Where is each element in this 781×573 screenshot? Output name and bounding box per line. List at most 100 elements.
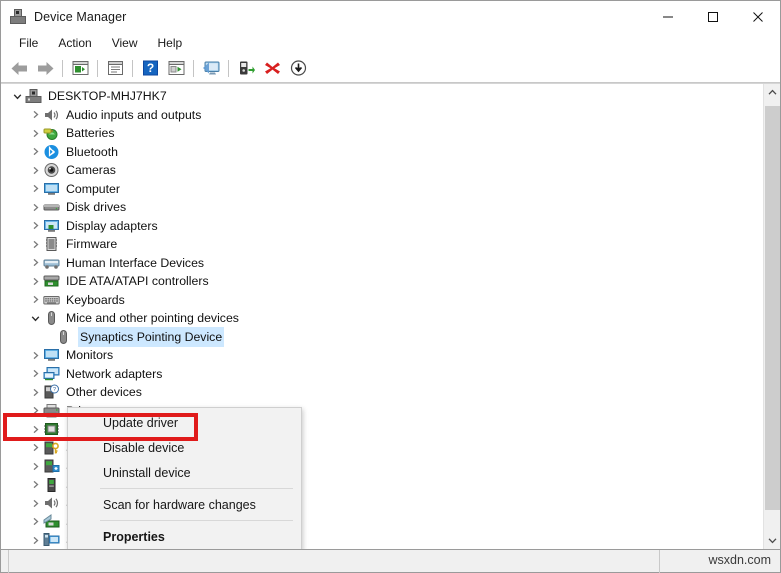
- tree-row-keyboards[interactable]: Keyboards: [1, 291, 763, 310]
- toolbar-separator: [132, 59, 133, 77]
- battery-icon: [43, 125, 60, 141]
- chevron-right-icon[interactable]: [27, 221, 43, 230]
- toolbar-separator: [62, 59, 63, 77]
- tree-row-audio-inputs-and-outputs[interactable]: Audio inputs and outputs: [1, 106, 763, 125]
- chevron-right-icon[interactable]: [27, 462, 43, 471]
- printer-icon: [43, 403, 60, 419]
- chevron-right-icon[interactable]: [27, 443, 43, 452]
- chevron-right-icon[interactable]: [27, 240, 43, 249]
- chevron-right-icon[interactable]: [27, 258, 43, 267]
- context-menu: Update driver Disable device Uninstall d…: [67, 407, 302, 549]
- tree-row-monitors[interactable]: Monitors: [1, 346, 763, 365]
- toolbar-separator: [97, 59, 98, 77]
- tree-row-ide-ata-atapi-controllers[interactable]: IDE ATA/ATAPI controllers: [1, 272, 763, 291]
- update-driver-button[interactable]: [234, 57, 258, 80]
- tree-row-bluetooth[interactable]: Bluetooth: [1, 143, 763, 162]
- scroll-down-arrow-icon[interactable]: [764, 532, 780, 549]
- network-adapter-icon: [43, 366, 60, 382]
- tree-row-cameras[interactable]: Cameras: [1, 161, 763, 180]
- tree-label: Display adapters: [66, 218, 158, 233]
- status-bar: wsxdn.com: [1, 549, 780, 573]
- menu-file[interactable]: File: [10, 34, 47, 52]
- help-button[interactable]: ?: [138, 57, 162, 80]
- chevron-right-icon[interactable]: [27, 203, 43, 212]
- tree-row-root[interactable]: DESKTOP-MHJ7HK7: [1, 87, 763, 106]
- tree-row-human-interface-devices[interactable]: Human Interface Devices: [1, 254, 763, 273]
- back-button[interactable]: [7, 57, 31, 80]
- chevron-down-icon[interactable]: [9, 92, 25, 101]
- chevron-right-icon[interactable]: [27, 517, 43, 526]
- svg-text:?: ?: [53, 387, 56, 393]
- tree-label: Keyboards: [66, 292, 125, 307]
- context-menu-item-uninstall-device[interactable]: Uninstall device: [68, 460, 301, 485]
- chevron-right-icon[interactable]: [27, 147, 43, 156]
- tree-row-synaptics-pointing-device[interactable]: Synaptics Pointing Device: [1, 326, 763, 347]
- context-menu-separator: [100, 520, 293, 521]
- tree-label: Bluetooth: [66, 144, 118, 159]
- tree-row-network-adapters[interactable]: Network adapters: [1, 365, 763, 384]
- forward-button[interactable]: [33, 57, 57, 80]
- menu-view[interactable]: View: [103, 34, 147, 52]
- scrollbar-thumb[interactable]: [765, 106, 780, 510]
- context-menu-item-disable-device[interactable]: Disable device: [68, 435, 301, 460]
- uninstall-device-button[interactable]: [260, 57, 284, 80]
- context-menu-item-scan-for-hardware-changes[interactable]: Scan for hardware changes: [68, 492, 301, 517]
- chevron-right-icon[interactable]: [27, 480, 43, 489]
- tree-label: Batteries: [66, 126, 115, 141]
- menu-help[interactable]: Help: [149, 34, 192, 52]
- maximize-button[interactable]: [690, 1, 735, 32]
- disable-device-button[interactable]: [286, 57, 310, 80]
- chevron-right-icon[interactable]: [27, 184, 43, 193]
- show-hide-action-pane-button[interactable]: [164, 57, 188, 80]
- tree-label: Cameras: [66, 163, 116, 178]
- scroll-up-arrow-icon[interactable]: [764, 84, 780, 101]
- chevron-right-icon[interactable]: [27, 110, 43, 119]
- chevron-right-icon[interactable]: [27, 351, 43, 360]
- context-menu-separator: [100, 488, 293, 489]
- processor-icon: [43, 421, 60, 437]
- firmware-icon: [43, 236, 60, 252]
- chevron-right-icon[interactable]: [27, 536, 43, 545]
- menu-bar: File Action View Help: [1, 32, 780, 54]
- chevron-right-icon[interactable]: [27, 388, 43, 397]
- tree-row-disk-drives[interactable]: Disk drives: [1, 198, 763, 217]
- menu-action[interactable]: Action: [49, 34, 100, 52]
- tree-label: Audio inputs and outputs: [66, 107, 202, 122]
- chevron-right-icon[interactable]: [27, 406, 43, 415]
- close-button[interactable]: [735, 1, 780, 32]
- context-menu-item-update-driver[interactable]: Update driver: [68, 410, 301, 435]
- chevron-right-icon[interactable]: [27, 295, 43, 304]
- chevron-right-icon[interactable]: [27, 425, 43, 434]
- speaker-icon: [43, 107, 60, 123]
- chevron-right-icon[interactable]: [27, 166, 43, 175]
- show-hide-console-tree-button[interactable]: [68, 57, 92, 80]
- tree-row-batteries[interactable]: Batteries: [1, 124, 763, 143]
- chevron-right-icon[interactable]: [27, 129, 43, 138]
- system-device-icon: [43, 532, 60, 548]
- chevron-right-icon[interactable]: [27, 369, 43, 378]
- tree-row-computer[interactable]: Computer: [1, 180, 763, 199]
- tree-label: Mice and other pointing devices: [66, 311, 239, 326]
- chevron-right-icon[interactable]: [27, 499, 43, 508]
- tree-label: IDE ATA/ATAPI controllers: [66, 274, 209, 289]
- tree-label: Human Interface Devices: [66, 255, 205, 270]
- properties-button[interactable]: [103, 57, 127, 80]
- tree-row-other-devices[interactable]: ? Other devices: [1, 383, 763, 402]
- tree-row-firmware[interactable]: Firmware: [1, 235, 763, 254]
- context-menu-item-properties[interactable]: Properties: [68, 524, 301, 549]
- chevron-down-icon[interactable]: [27, 314, 43, 323]
- hid-icon: [43, 255, 60, 271]
- device-tree-pane: DESKTOP-MHJ7HK7 Audio inputs and outputs: [1, 83, 780, 549]
- tree-label: Computer: [66, 181, 120, 196]
- tree-label: Network adapters: [66, 366, 163, 381]
- mouse-icon: [43, 310, 60, 326]
- tree-row-display-adapters[interactable]: Display adapters: [1, 217, 763, 236]
- tree-label: Monitors: [66, 348, 114, 363]
- chevron-right-icon[interactable]: [27, 277, 43, 286]
- svg-text:?: ?: [146, 61, 153, 75]
- minimize-button[interactable]: [645, 1, 690, 32]
- tree-row-mice-and-other-pointing-devices[interactable]: Mice and other pointing devices: [1, 309, 763, 328]
- software-device-icon: [43, 477, 60, 493]
- vertical-scrollbar[interactable]: [763, 84, 780, 549]
- scan-for-hardware-changes-button[interactable]: [199, 57, 223, 80]
